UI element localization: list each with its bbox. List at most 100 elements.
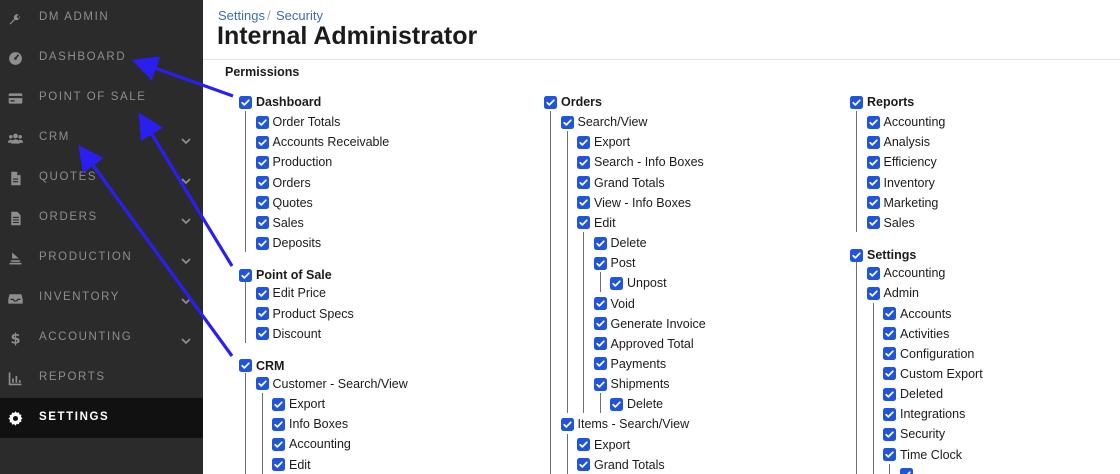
checkbox[interactable]: [866, 196, 880, 210]
breadcrumb-security[interactable]: Security: [276, 8, 323, 23]
checkbox[interactable]: [883, 367, 896, 381]
permission-delete[interactable]: Delete: [610, 394, 663, 414]
checkbox[interactable]: [272, 458, 285, 472]
checkbox[interactable]: [577, 458, 590, 472]
permission-grand-totals[interactable]: Grand Totals: [577, 455, 665, 474]
permission-accounts[interactable]: Accounts: [883, 304, 951, 324]
checkbox[interactable]: [239, 268, 252, 282]
permission-payments[interactable]: Payments: [593, 354, 666, 374]
permission-export[interactable]: Export: [272, 394, 325, 414]
checkbox[interactable]: [577, 438, 590, 452]
checkbox[interactable]: [255, 377, 269, 391]
checkbox[interactable]: [866, 115, 880, 129]
permission-info-boxes[interactable]: Info Boxes: [272, 414, 348, 434]
checkbox[interactable]: [593, 377, 607, 391]
sidebar-item-accounting[interactable]: $ ACCOUNTING: [0, 318, 203, 358]
permission-shipments[interactable]: Shipments: [593, 374, 670, 394]
permission-approved-total[interactable]: Approved Total: [593, 334, 694, 354]
permission-security[interactable]: Security: [883, 424, 945, 444]
permission-orders[interactable]: Orders: [255, 173, 311, 193]
sidebar-item-settings[interactable]: SETTINGS: [0, 398, 203, 438]
permission-order-totals[interactable]: Order Totals: [255, 112, 340, 132]
permission-quotes[interactable]: Quotes: [255, 193, 313, 213]
sidebar-item-inventory[interactable]: INVENTORY: [0, 278, 203, 318]
checkbox[interactable]: [577, 216, 590, 230]
sidebar-item-production[interactable]: PRODUCTION: [0, 238, 203, 278]
permission-view-info-boxes[interactable]: View - Info Boxes: [577, 193, 691, 213]
permission-edit[interactable]: Edit: [272, 455, 311, 474]
sidebar-item-quotes[interactable]: QUOTES: [0, 158, 203, 198]
permission-analysis[interactable]: Analysis: [866, 132, 930, 152]
checkbox[interactable]: [560, 417, 574, 431]
chevron-down-icon[interactable]: [180, 173, 192, 185]
permission-deposits[interactable]: Deposits: [255, 233, 321, 253]
checkbox[interactable]: [593, 357, 607, 371]
checkbox[interactable]: [866, 135, 880, 149]
checkbox[interactable]: [866, 216, 880, 230]
permission-child[interactable]: [899, 465, 917, 474]
chevron-down-icon[interactable]: [180, 133, 192, 145]
checkbox[interactable]: [272, 437, 285, 451]
permission-orders[interactable]: Orders: [544, 92, 602, 112]
checkbox[interactable]: [255, 135, 269, 149]
checkbox[interactable]: [544, 95, 557, 109]
checkbox[interactable]: [883, 427, 896, 441]
checkbox[interactable]: [593, 256, 607, 270]
checkbox[interactable]: [593, 317, 607, 331]
sidebar-item-orders[interactable]: ORDERS: [0, 198, 203, 238]
checkbox[interactable]: [883, 387, 896, 401]
permission-product-specs[interactable]: Product Specs: [255, 304, 354, 324]
checkbox[interactable]: [239, 359, 252, 373]
permission-accounts-receivable[interactable]: Accounts Receivable: [255, 132, 389, 152]
permission-export[interactable]: Export: [577, 132, 630, 152]
checkbox[interactable]: [560, 115, 574, 129]
checkbox[interactable]: [883, 407, 896, 421]
permission-edit[interactable]: Edit: [577, 213, 616, 233]
permission-accounting[interactable]: Accounting: [866, 263, 945, 283]
permission-marketing[interactable]: Marketing: [866, 193, 938, 213]
permission-deleted[interactable]: Deleted: [883, 384, 943, 404]
checkbox[interactable]: [850, 248, 863, 262]
checkbox[interactable]: [577, 135, 590, 149]
permission-point-of-sale[interactable]: Point of Sale: [239, 265, 332, 285]
checkbox[interactable]: [866, 155, 880, 169]
permission-unpost[interactable]: Unpost: [610, 273, 667, 293]
checkbox[interactable]: [255, 216, 269, 230]
permission-accounting[interactable]: Accounting: [866, 112, 945, 132]
permission-accounting[interactable]: Accounting: [272, 434, 351, 454]
permission-void[interactable]: Void: [593, 294, 635, 314]
checkbox[interactable]: [577, 155, 590, 169]
checkbox[interactable]: [866, 266, 880, 280]
permission-sales[interactable]: Sales: [866, 213, 915, 233]
sidebar-item-point-of-sale[interactable]: POINT OF SALE: [0, 78, 203, 118]
sidebar-item-reports[interactable]: REPORTS: [0, 358, 203, 398]
sidebar-item-crm[interactable]: CRM: [0, 118, 203, 158]
permission-production[interactable]: Production: [255, 152, 332, 172]
checkbox[interactable]: [239, 95, 252, 109]
checkbox[interactable]: [255, 155, 269, 169]
permission-integrations[interactable]: Integrations: [883, 404, 965, 424]
checkbox[interactable]: [866, 286, 880, 300]
permission-discount[interactable]: Discount: [255, 324, 321, 344]
permission-sales[interactable]: Sales: [255, 213, 304, 233]
checkbox[interactable]: [255, 286, 269, 300]
checkbox[interactable]: [593, 337, 607, 351]
checkbox[interactable]: [593, 297, 607, 310]
checkbox[interactable]: [610, 397, 623, 411]
checkbox[interactable]: [272, 397, 285, 411]
checkbox[interactable]: [255, 115, 269, 129]
permission-dashboard[interactable]: Dashboard: [239, 92, 321, 112]
checkbox[interactable]: [883, 327, 896, 341]
chevron-down-icon[interactable]: [180, 333, 192, 345]
permission-generate-invoice[interactable]: Generate Invoice: [593, 314, 706, 334]
checkbox[interactable]: [255, 176, 269, 190]
permission-admin[interactable]: Admin: [866, 283, 919, 303]
permission-settings[interactable]: Settings: [850, 245, 916, 265]
checkbox[interactable]: [866, 176, 880, 190]
permission-time-clock[interactable]: Time Clock: [883, 445, 962, 465]
breadcrumb-settings[interactable]: Settings: [218, 8, 265, 23]
checkbox[interactable]: [255, 307, 269, 320]
checkbox[interactable]: [593, 236, 607, 250]
permission-efficiency[interactable]: Efficiency: [866, 152, 937, 172]
checkbox[interactable]: [883, 347, 896, 361]
